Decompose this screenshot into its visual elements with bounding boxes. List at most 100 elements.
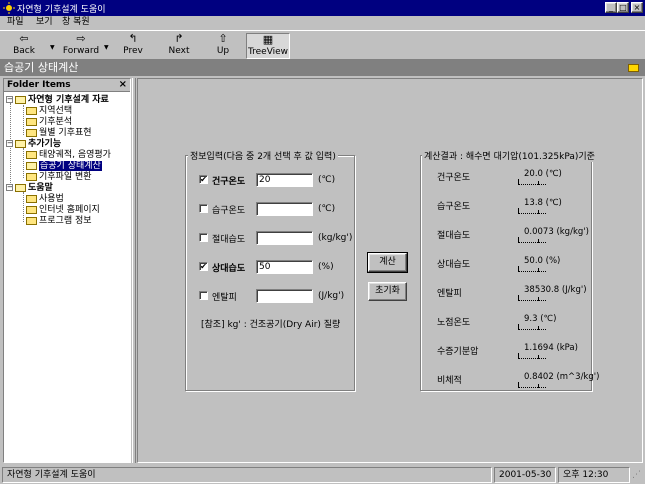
menu-view[interactable]: 보기: [36, 16, 53, 29]
tree-item-program-info[interactable]: 프로그램 정보: [24, 216, 92, 227]
result-value: 0.0073 (kg/kg'): [524, 227, 589, 237]
tree-item-label: 기후분석: [39, 117, 73, 127]
abs-humidity-checkbox[interactable]: [199, 233, 208, 242]
check-icon: ✔: [200, 175, 207, 184]
tree-item-homepage[interactable]: 인터넷 홈페이지: [24, 205, 100, 216]
folder-icon: [26, 194, 37, 203]
result-gauge-tick: [538, 210, 539, 214]
folder-icon: [26, 128, 37, 137]
tree-item-climate-analysis[interactable]: 기후분석: [24, 117, 72, 128]
result-gauge: [518, 382, 546, 388]
status-bar: 자연형 기후설계 도움이 2001-05-30 오후 12:30 ⋰: [0, 466, 645, 484]
page-header: 습공기 상태계산: [0, 60, 645, 76]
result-gauge: [518, 266, 546, 272]
tree-group-help[interactable]: − 도움말: [6, 183, 53, 194]
treeview-button[interactable]: ▦ TreeView: [246, 33, 290, 59]
enthalpy-label: 엔탈피: [212, 293, 237, 303]
tree-group-label: 도움말: [28, 183, 53, 193]
menu-file[interactable]: 파일: [7, 16, 24, 29]
result-gauge-tick: [538, 355, 539, 359]
result-label: 절대습도: [437, 231, 471, 241]
input-group-title: 정보입력(다음 중 2개 선택 후 값 입력): [188, 149, 338, 162]
forward-button[interactable]: ⇨ Forward: [60, 33, 102, 59]
tree-group-extra-functions[interactable]: − 추가기능: [6, 139, 61, 150]
resize-grip-icon[interactable]: ⋰: [632, 470, 641, 480]
forward-arrow-icon: ⇨: [76, 32, 86, 45]
tree-item-solar-shading[interactable]: 태양궤적, 음영평가: [24, 150, 111, 161]
tree-close-icon[interactable]: ×: [119, 79, 127, 90]
maximize-button[interactable]: □: [617, 2, 629, 13]
result-value: 0.8402 (m^3/kg'): [524, 372, 600, 382]
wet-bulb-label: 습구온도: [212, 206, 246, 216]
calculate-button[interactable]: 계산: [367, 252, 408, 273]
collapse-icon[interactable]: −: [6, 184, 13, 191]
forward-dropdown-icon[interactable]: ▼: [104, 44, 109, 51]
back-dropdown-icon[interactable]: ▼: [50, 44, 55, 51]
result-value: 13.8 (℃): [524, 198, 562, 208]
result-label: 상대습도: [437, 260, 471, 270]
dry-bulb-checkbox[interactable]: ✔: [199, 175, 208, 184]
tree-item-climate-file-convert[interactable]: 기후파일 변환: [24, 172, 92, 183]
next-button[interactable]: ↱ Next: [164, 33, 194, 59]
menu-bar: 파일 보기 창 복원: [0, 16, 645, 29]
prev-icon: ↰: [128, 32, 138, 45]
dry-bulb-label: 건구온도: [212, 177, 246, 187]
result-gauge-tick: [538, 384, 539, 388]
tree-group-climate-data[interactable]: − 자연형 기후설계 자료: [6, 95, 109, 106]
rel-humidity-unit: (%): [318, 262, 334, 272]
tree-title: Folder Items: [7, 80, 71, 90]
forward-label: Forward: [62, 46, 100, 56]
rel-humidity-checkbox[interactable]: ✔: [199, 262, 208, 271]
tree-header: Folder Items ×: [4, 79, 130, 92]
wet-bulb-input[interactable]: [256, 202, 313, 216]
tree-item-label: 프로그램 정보: [39, 216, 92, 226]
tree-item-label: 사용법: [39, 194, 64, 204]
abs-humidity-input[interactable]: [256, 231, 313, 245]
result-value: 20.0 (℃): [524, 169, 562, 179]
folder-tree-pane: Folder Items × − 자연형 기후설계 자료 지역선택 기후분석 월별…: [3, 78, 131, 463]
result-label: 습구온도: [437, 202, 471, 212]
wet-bulb-checkbox[interactable]: [199, 204, 208, 213]
close-button[interactable]: ×: [631, 2, 643, 13]
result-label: 비체적: [437, 376, 462, 386]
wet-bulb-unit: (℃): [318, 204, 336, 214]
result-gauge: [518, 208, 546, 214]
dry-bulb-input[interactable]: 20: [256, 173, 313, 187]
back-label: Back: [13, 46, 35, 56]
treeview-icon: ▦: [262, 33, 274, 46]
enthalpy-checkbox[interactable]: [199, 291, 208, 300]
tree-item-region-select[interactable]: 지역선택: [24, 106, 72, 117]
enthalpy-input[interactable]: [256, 289, 313, 303]
check-icon: ✔: [200, 262, 207, 271]
back-arrow-icon: ⇦: [19, 32, 29, 45]
tree-item-psychrometric[interactable]: 습공기 상태계산: [24, 161, 102, 172]
toolbar: ⇦ Back ▼ ⇨ Forward ▼ ↰ Prev ↱ Next ⇧ Up …: [0, 30, 645, 60]
folder-open-icon: [15, 139, 26, 148]
status-app: 자연형 기후설계 도움이: [2, 467, 492, 483]
prev-button[interactable]: ↰ Prev: [118, 33, 148, 59]
sun-icon: [3, 2, 15, 14]
tree-group-label: 추가기능: [28, 139, 62, 149]
tree-item-monthly-climate[interactable]: 월별 기후표현: [24, 128, 92, 139]
rel-humidity-label: 상대습도: [212, 264, 246, 274]
back-button[interactable]: ⇦ Back: [6, 33, 42, 59]
collapse-icon[interactable]: −: [6, 140, 13, 147]
menu-restore-window[interactable]: 창 복원: [62, 16, 90, 29]
collapse-icon[interactable]: −: [6, 96, 13, 103]
folder-open-icon: [15, 95, 26, 104]
result-value: 50.0 (%): [524, 256, 561, 266]
rel-humidity-input[interactable]: 50: [256, 260, 313, 274]
result-gauge: [518, 324, 546, 330]
folder-icon: [26, 106, 37, 115]
reset-button[interactable]: 초기화: [368, 282, 407, 301]
tree-item-usage[interactable]: 사용법: [24, 194, 64, 205]
pane-splitter[interactable]: [132, 78, 136, 463]
result-gauge: [518, 237, 546, 243]
reference-note: [참조] kg' : 건조공기(Dry Air) 질량: [201, 320, 341, 330]
result-label: 노점온도: [437, 318, 471, 328]
minimize-button[interactable]: _: [605, 2, 617, 13]
up-button[interactable]: ⇧ Up: [208, 33, 238, 59]
up-label: Up: [216, 46, 230, 56]
tree-item-label: 기후파일 변환: [39, 172, 92, 182]
tree-item-label: 태양궤적, 음영평가: [39, 150, 111, 160]
